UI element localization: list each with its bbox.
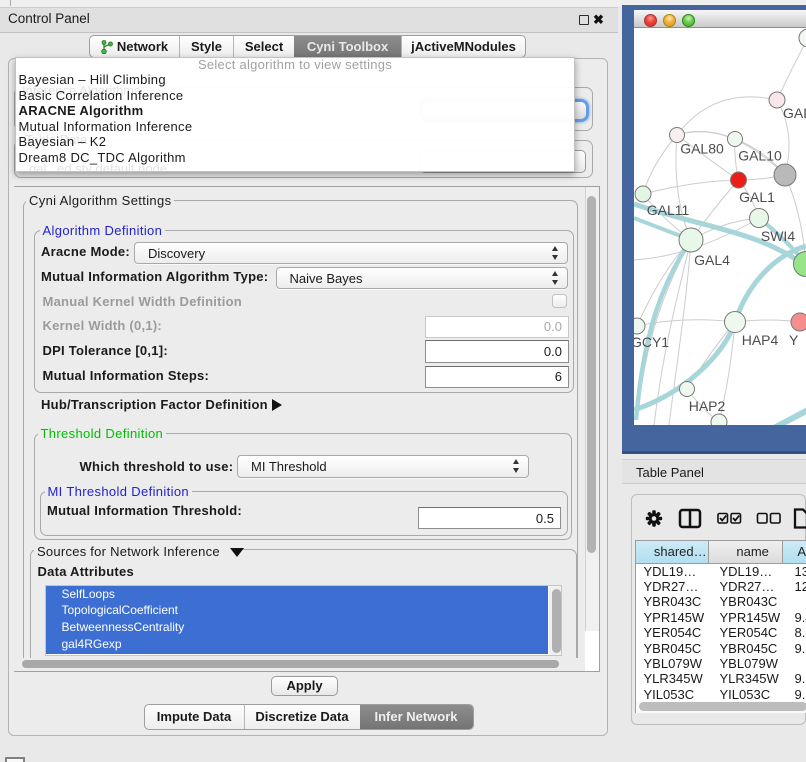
svg-text:HAP2: HAP2: [689, 398, 726, 414]
svg-text:HAP4: HAP4: [742, 332, 779, 348]
svg-text:GAL11: GAL11: [647, 202, 690, 218]
svg-text:GAL10: GAL10: [738, 148, 782, 164]
svg-text:Y: Y: [789, 332, 799, 348]
svg-text:GAL1: GAL1: [739, 189, 775, 205]
svg-text:GAL4: GAL4: [694, 252, 730, 268]
svg-text:GAL80: GAL80: [680, 141, 724, 157]
svg-text:SWI4: SWI4: [761, 228, 795, 244]
svg-text:GAL2: GAL2: [783, 105, 806, 121]
svg-text:GCY1: GCY1: [634, 334, 669, 350]
